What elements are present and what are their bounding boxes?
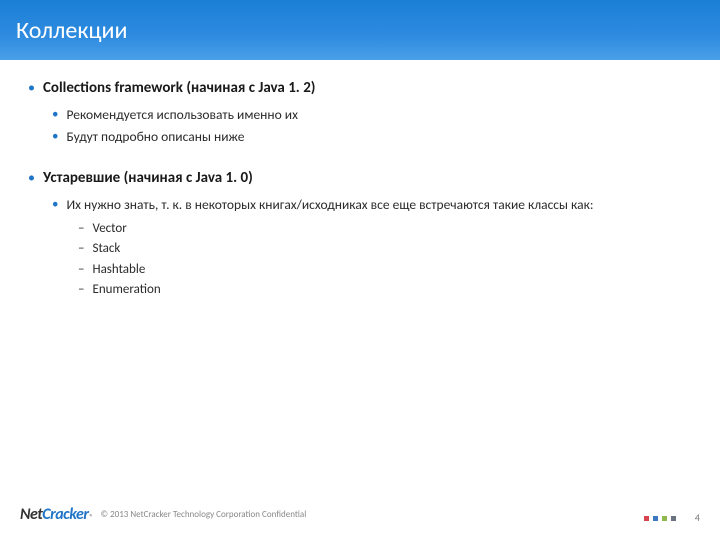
dot-icon [644, 516, 649, 521]
section-items: • Рекомендуется использовать именно их •… [28, 105, 692, 148]
logo-part-cracker: Cracker [42, 505, 88, 524]
slide-header: Коллекции [0, 0, 720, 60]
slide-content: • Collections framework (начиная с Java … [0, 60, 720, 300]
section-heading-text: Collections framework (начиная с Java 1.… [43, 78, 316, 99]
item-text: Рекомендуется использовать именно их [66, 105, 297, 125]
dash-icon: – [78, 260, 84, 280]
bullet-icon: • [28, 168, 35, 189]
list-item: – Hashtable [78, 260, 692, 280]
bullet-icon: • [52, 105, 58, 125]
bullet-icon: • [52, 127, 58, 147]
dot-icon [653, 516, 658, 521]
item-text: Их нужно знать, т. к. в некоторых книгах… [66, 195, 593, 215]
netcracker-logo: NetCracker® [20, 505, 93, 524]
section-items: • Их нужно знать, т. к. в некоторых книг… [28, 195, 692, 300]
list-item: – Vector [78, 219, 692, 239]
subitem-text: Hashtable [92, 260, 145, 280]
dot-icon [662, 516, 667, 521]
section-heading: • Collections framework (начиная с Java … [28, 78, 692, 99]
copyright-text: © 2013 NetCracker Technology Corporation… [101, 509, 307, 520]
subitem-text: Enumeration [92, 280, 160, 300]
list-item: • Рекомендуется использовать именно их [52, 105, 692, 125]
dash-icon: – [78, 219, 84, 239]
logo-registered-icon: ® [89, 512, 92, 521]
bullet-icon: • [28, 78, 35, 99]
subitems: – Vector – Stack – Hashtable – Enumerati… [52, 219, 692, 300]
list-item: – Stack [78, 239, 692, 259]
list-item: • Будут подробно описаны ниже [52, 127, 692, 147]
dash-icon: – [78, 280, 84, 300]
dot-icon [671, 516, 676, 521]
dash-icon: – [78, 239, 84, 259]
subitem-text: Stack [92, 239, 120, 259]
section-1: • Collections framework (начиная с Java … [28, 78, 692, 148]
logo-part-net: Net [20, 505, 42, 524]
section-2: • Устаревшие (начиная с Java 1. 0) • Их … [28, 168, 692, 300]
slide-footer: NetCracker® © 2013 NetCracker Technology… [0, 505, 720, 524]
decorative-dots [644, 516, 676, 521]
page-number: 4 [695, 511, 700, 524]
subitem-text: Vector [92, 219, 126, 239]
section-heading: • Устаревшие (начиная с Java 1. 0) [28, 168, 692, 189]
item-text: Будут подробно описаны ниже [66, 127, 244, 147]
section-heading-text: Устаревшие (начиная с Java 1. 0) [43, 168, 253, 189]
bullet-icon: • [52, 195, 58, 215]
slide-title: Коллекции [16, 16, 127, 45]
list-item: – Enumeration [78, 280, 692, 300]
list-item: • Их нужно знать, т. к. в некоторых книг… [52, 195, 692, 215]
